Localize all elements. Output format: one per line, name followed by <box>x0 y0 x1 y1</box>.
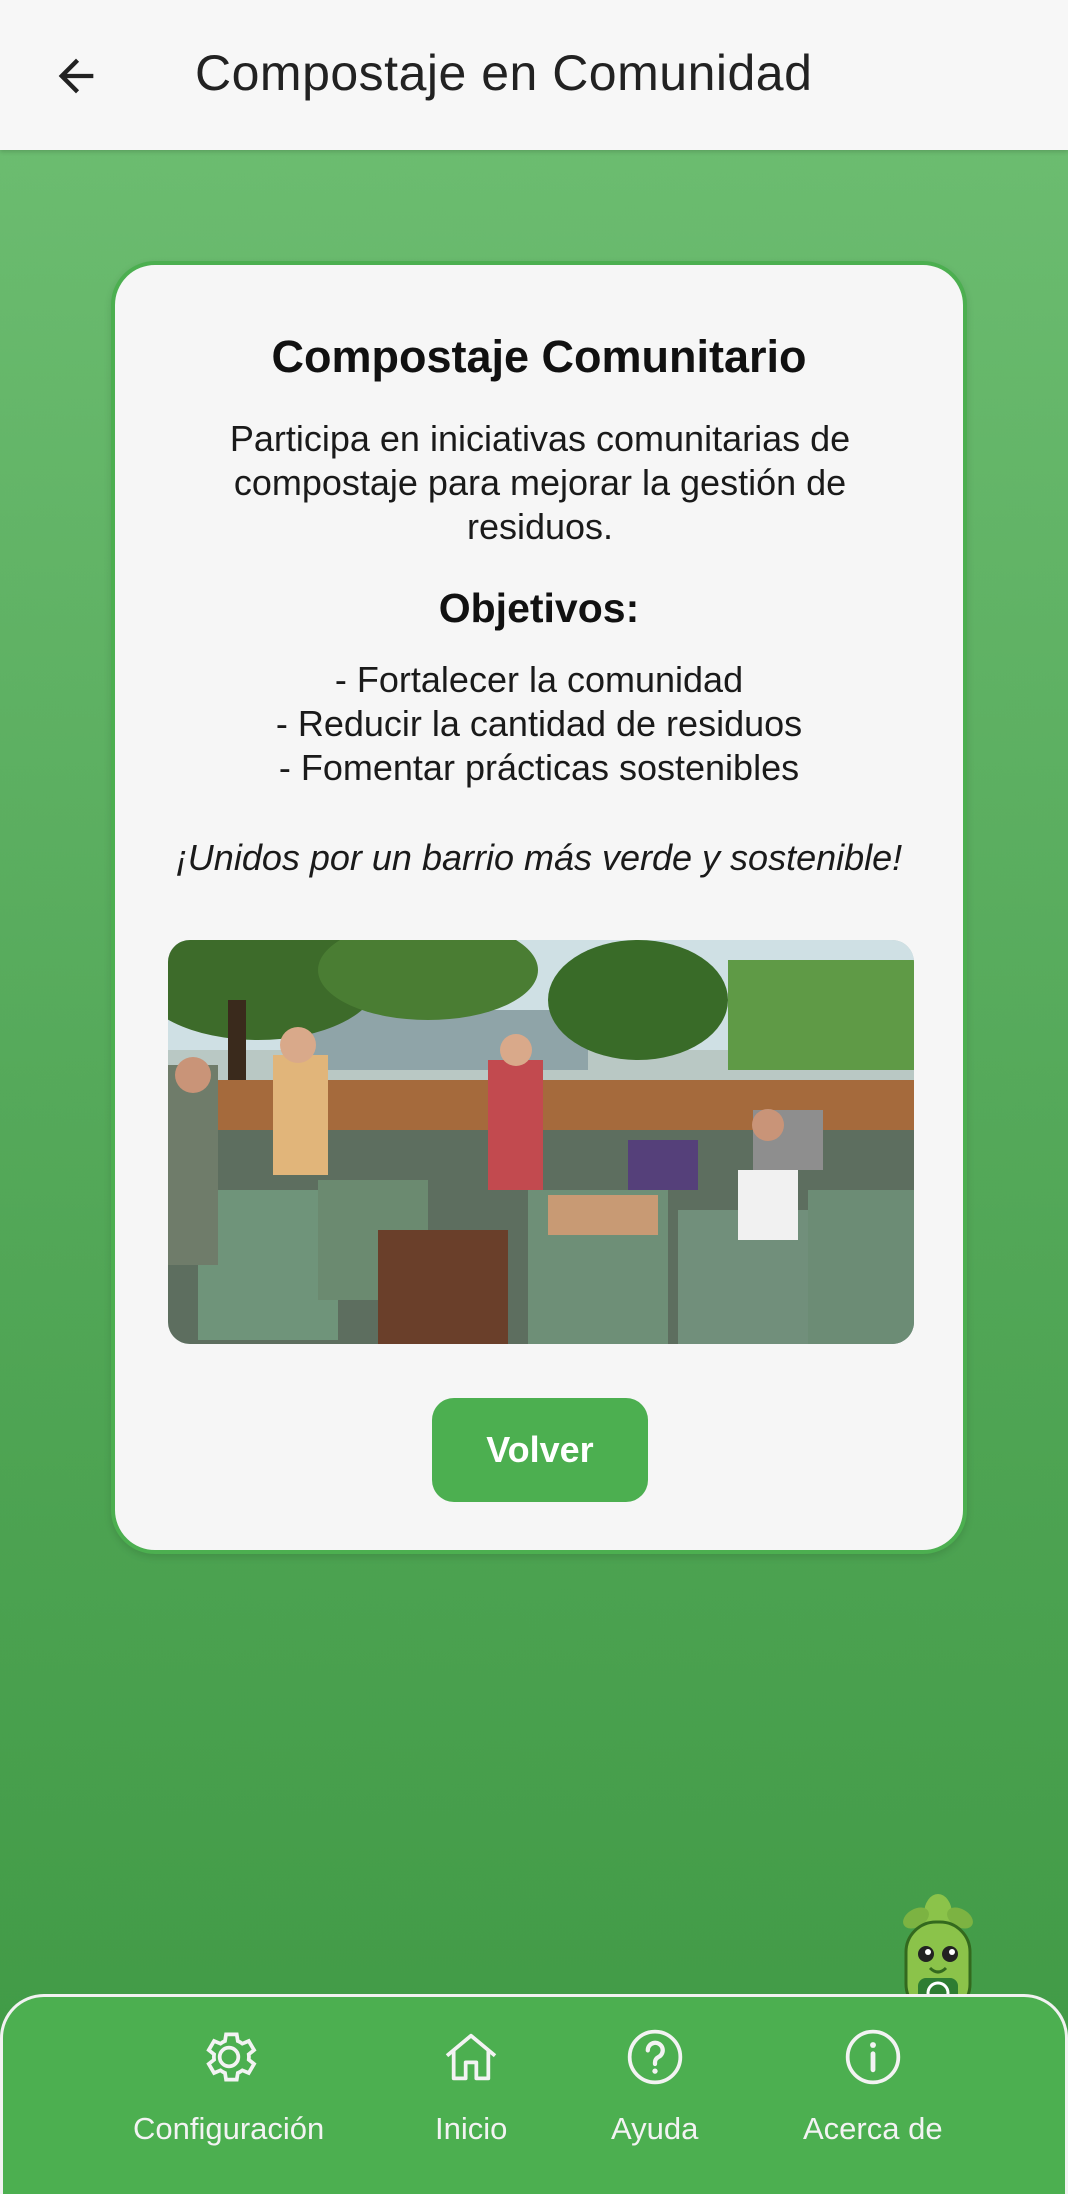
nav-label: Configuración <box>133 2111 325 2146</box>
nav-item-acerca-de[interactable]: Acerca de <box>803 2025 943 2147</box>
nav-label: Ayuda <box>611 2111 699 2146</box>
back-button[interactable] <box>40 40 112 112</box>
composting-photo <box>168 940 914 1344</box>
gear-icon <box>205 2032 257 2082</box>
back-action-button[interactable]: Volver <box>432 1398 648 1502</box>
bottom-navigation: Configuración Inicio Ayuda Acerca de <box>0 1994 1068 2194</box>
objective-item: - Fomentar prácticas sostenibles <box>278 747 800 788</box>
objective-item: - Reducir la cantidad de residuos <box>275 703 803 744</box>
nav-item-configuracion[interactable]: Configuración <box>133 2025 324 2147</box>
objective-item: - Fortalecer la comunidad <box>334 659 744 700</box>
card-description: Participa en iniciativas comunitarias de… <box>229 418 851 547</box>
nav-item-inicio[interactable]: Inicio <box>435 2025 507 2147</box>
app-bar: Compostaje en Comunidad <box>0 0 1068 150</box>
objectives-title: Objetivos: <box>438 585 640 631</box>
page-title: Compostaje en Comunidad <box>195 45 813 101</box>
help-circle-icon <box>627 2029 682 2085</box>
slogan: ¡Unidos por un barrio más verde y sosten… <box>175 837 903 878</box>
nav-label: Acerca de <box>803 2111 943 2146</box>
info-card: Compostaje Comunitario Participa en inic… <box>111 261 967 1554</box>
card-title: Compostaje Comunitario <box>271 331 807 382</box>
nav-label: Inicio <box>435 2111 508 2146</box>
arrow-left-icon <box>58 58 94 94</box>
info-circle-icon <box>845 2029 900 2085</box>
home-icon <box>445 2033 497 2081</box>
nav-item-ayuda[interactable]: Ayuda <box>611 2025 698 2147</box>
objectives-list: - Fortalecer la comunidad - Reducir la c… <box>115 658 963 790</box>
